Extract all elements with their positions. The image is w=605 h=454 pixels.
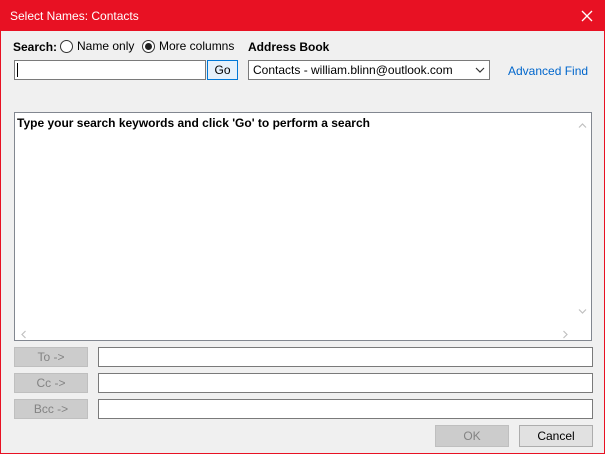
go-button[interactable]: Go <box>207 60 238 80</box>
bcc-button[interactable]: Bcc -> <box>14 399 88 419</box>
close-icon <box>581 10 593 22</box>
radio-more-columns-label: More columns <box>159 39 235 53</box>
chevron-down-icon[interactable] <box>578 304 587 318</box>
bcc-field[interactable] <box>98 399 593 419</box>
close-button[interactable] <box>570 1 604 31</box>
radio-more-columns[interactable]: More columns <box>142 39 234 53</box>
cc-field[interactable] <box>98 373 593 393</box>
to-field[interactable] <box>98 347 593 367</box>
address-book-dropdown[interactable]: Contacts - william.blinn@outlook.com <box>248 60 490 80</box>
address-book-selected: Contacts - william.blinn@outlook.com <box>253 63 453 77</box>
cc-button[interactable]: Cc -> <box>14 373 88 393</box>
window-title: Select Names: Contacts <box>10 9 139 23</box>
chevron-down-icon <box>475 64 485 78</box>
cancel-button[interactable]: Cancel <box>519 425 593 447</box>
radio-name-only-label: Name only <box>77 39 135 53</box>
chevron-right-icon[interactable] <box>562 328 569 342</box>
search-label: Search: <box>13 40 58 54</box>
address-book-label: Address Book <box>248 40 330 54</box>
to-button[interactable]: To -> <box>14 347 88 367</box>
ok-button[interactable]: OK <box>435 425 509 447</box>
title-bar: Select Names: Contacts <box>1 1 604 31</box>
advanced-find-link[interactable]: Advanced Find <box>508 64 588 78</box>
horizontal-scrollbar[interactable] <box>15 324 591 340</box>
select-names-dialog: Select Names: Contacts Search: Name only… <box>0 0 605 454</box>
vertical-scrollbar[interactable] <box>574 113 591 324</box>
radio-name-only-indicator <box>60 39 73 53</box>
text-caret <box>17 63 18 77</box>
search-input[interactable] <box>14 60 206 80</box>
results-hint: Type your search keywords and click 'Go'… <box>17 116 370 130</box>
radio-more-columns-indicator <box>142 39 155 53</box>
chevron-left-icon[interactable] <box>20 328 27 342</box>
chevron-up-icon[interactable] <box>578 118 587 132</box>
radio-name-only[interactable]: Name only <box>60 39 134 53</box>
results-list[interactable]: Type your search keywords and click 'Go'… <box>14 112 592 341</box>
